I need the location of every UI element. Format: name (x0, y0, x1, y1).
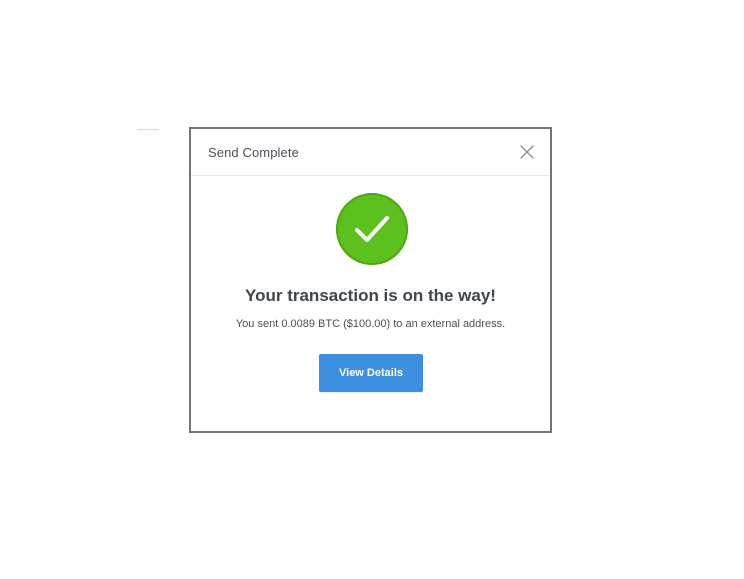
close-icon[interactable] (518, 143, 536, 161)
modal-title: Send Complete (208, 145, 299, 160)
modal-header: Send Complete (191, 129, 550, 176)
confirmation-headline: Your transaction is on the way! (245, 286, 496, 305)
success-badge (336, 193, 408, 265)
send-complete-modal: Send Complete Your transaction is on the… (189, 127, 552, 433)
page: Send Complete Your transaction is on the… (0, 0, 744, 579)
divider-fragment (137, 129, 159, 130)
checkmark-icon (355, 216, 389, 242)
confirmation-message: You sent 0.0089 BTC ($100.00) to an exte… (235, 318, 506, 330)
view-details-button[interactable]: View Details (319, 354, 423, 392)
